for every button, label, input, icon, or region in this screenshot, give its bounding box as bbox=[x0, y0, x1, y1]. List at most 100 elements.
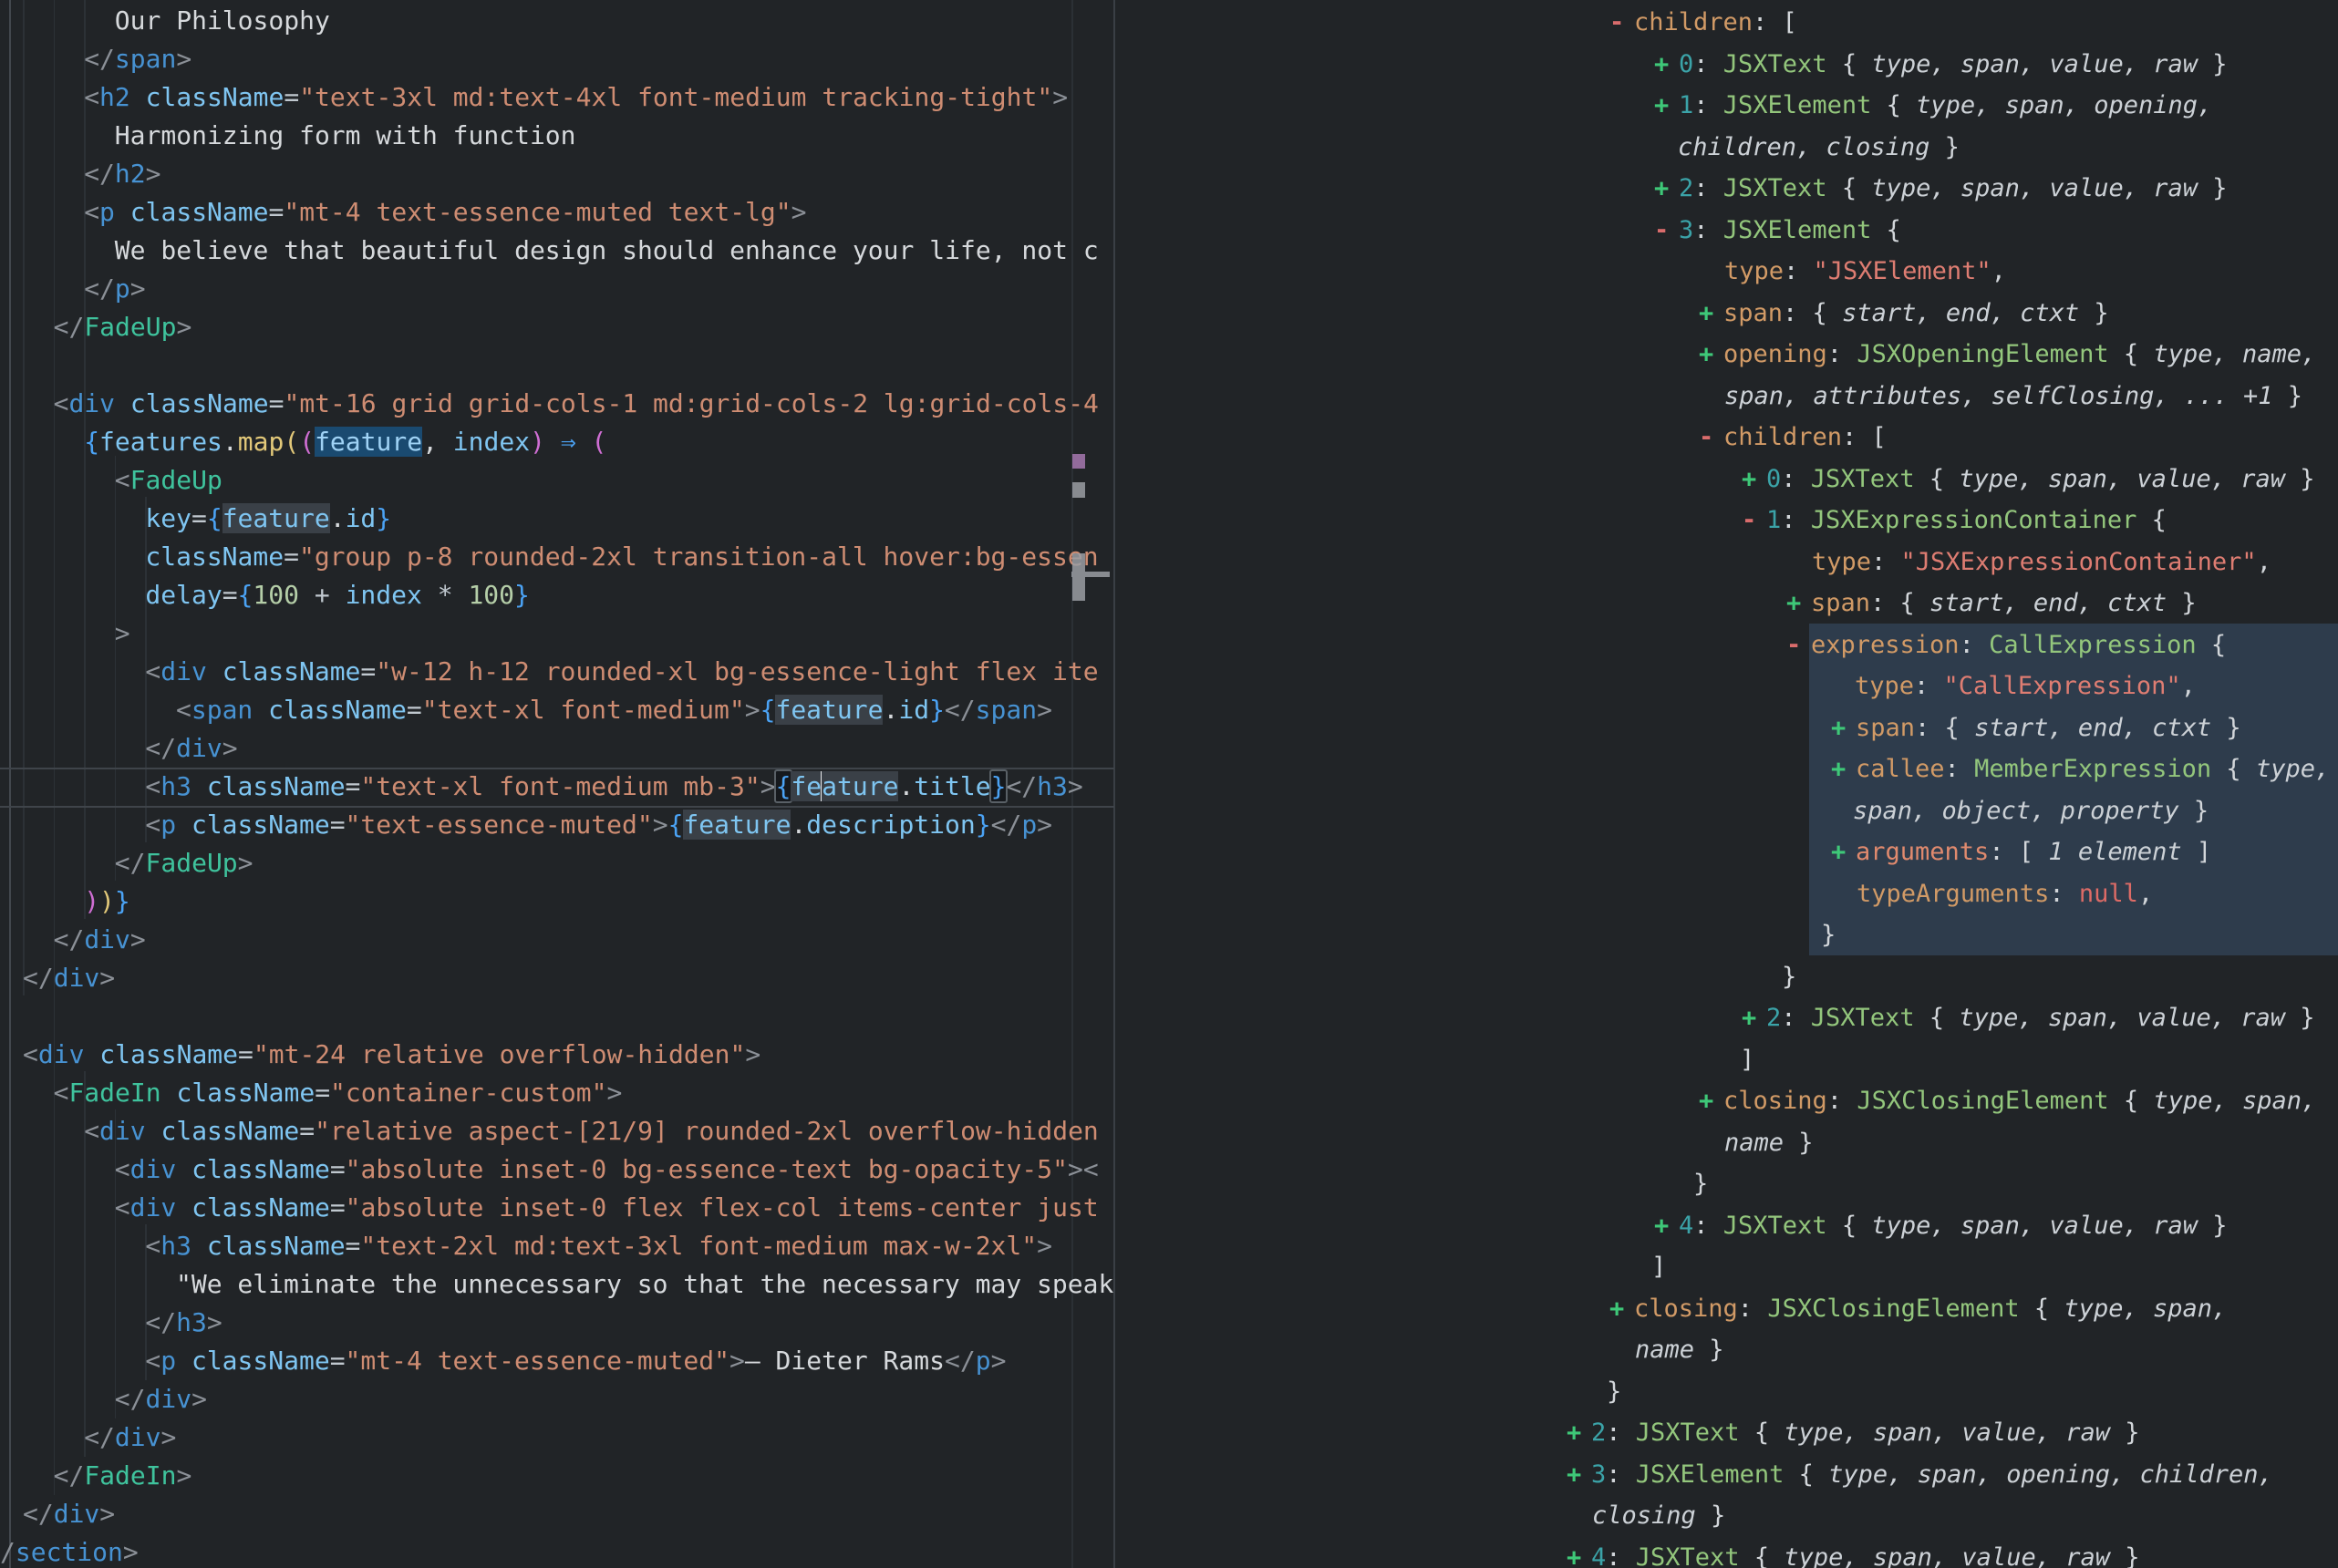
code-line[interactable]: <h2 className="text-3xl md:text-4xl font… bbox=[0, 78, 1114, 117]
token-p: < bbox=[176, 695, 191, 725]
collapse-icon[interactable]: - bbox=[1654, 210, 1679, 252]
code-line[interactable]: Our Philosophy bbox=[0, 2, 1114, 40]
collapse-icon[interactable]: - bbox=[1609, 2, 1634, 44]
expand-icon[interactable]: + bbox=[1654, 44, 1679, 86]
code-line[interactable]: <div className="w-12 h-12 rounded-xl bg-… bbox=[0, 653, 1114, 691]
expand-icon[interactable]: + bbox=[1567, 1412, 1591, 1454]
token-p: > bbox=[791, 197, 807, 227]
token-a: className bbox=[191, 810, 330, 840]
code-line[interactable]: delay={100 + index * 100} bbox=[0, 576, 1114, 614]
expand-icon[interactable]: + bbox=[1609, 1288, 1634, 1330]
code-line[interactable] bbox=[0, 997, 1114, 1036]
token-o: = bbox=[330, 810, 346, 840]
code-line[interactable]: className="group p-8 rounded-2xl transit… bbox=[0, 538, 1114, 576]
token-st: "JSXElement" bbox=[1814, 257, 1991, 285]
token-st: "JSXExpressionContainer" bbox=[1901, 548, 2257, 576]
code-line[interactable]: <div className="relative aspect-[21/9] r… bbox=[0, 1112, 1114, 1150]
code-line[interactable]: We believe that beautiful design should … bbox=[0, 232, 1114, 270]
expand-icon[interactable]: + bbox=[1786, 583, 1811, 624]
code-line[interactable]: </FadeUp> bbox=[0, 844, 1114, 882]
token-it: name bbox=[1635, 1336, 1694, 1364]
token-wh: feature bbox=[683, 810, 791, 840]
collapse-icon[interactable]: - bbox=[1786, 624, 1811, 666]
token-y: ( bbox=[284, 427, 299, 457]
expand-icon[interactable]: + bbox=[1699, 1080, 1723, 1122]
expand-icon[interactable]: + bbox=[1654, 1205, 1679, 1247]
code-line[interactable]: <div className="absolute inset-0 bg-esse… bbox=[0, 1150, 1114, 1189]
code-line[interactable]: <h3 className="text-2xl md:text-3xl font… bbox=[0, 1227, 1114, 1265]
code-line[interactable]: </FadeUp> bbox=[0, 308, 1114, 346]
expand-icon[interactable]: + bbox=[1654, 168, 1679, 210]
token-x bbox=[576, 427, 592, 457]
token-w: : bbox=[1693, 216, 1723, 244]
token-k: type bbox=[1812, 548, 1871, 576]
expand-icon[interactable]: + bbox=[1831, 707, 1856, 749]
token-s: "w-12 h-12 rounded-xl bg-essence-light f… bbox=[376, 656, 1098, 686]
token-nt: JSXClosingElement bbox=[1767, 1295, 2019, 1323]
code-line[interactable]: <p className="text-essence-muted">{featu… bbox=[0, 806, 1114, 844]
expand-icon[interactable]: + bbox=[1567, 1454, 1591, 1496]
code-line[interactable]: </p> bbox=[0, 270, 1114, 308]
code-line[interactable]: <div className="mt-24 relative overflow-… bbox=[0, 1036, 1114, 1074]
code-line[interactable]: ))} bbox=[0, 882, 1114, 921]
token-x: Our Philosophy bbox=[115, 5, 330, 36]
token-p: > bbox=[606, 1078, 622, 1108]
code-line[interactable]: </div> bbox=[0, 959, 1114, 997]
expand-icon[interactable]: + bbox=[1742, 997, 1766, 1039]
code-line[interactable]: </h2> bbox=[0, 155, 1114, 193]
token-nt: JSXExpressionContainer bbox=[1811, 506, 2137, 534]
token-v: id bbox=[346, 503, 377, 533]
code-line[interactable]: </span> bbox=[0, 40, 1114, 78]
code-line[interactable]: <FadeIn className="container-custom"> bbox=[0, 1074, 1114, 1112]
expand-icon[interactable]: + bbox=[1567, 1537, 1591, 1568]
token-t: h3 bbox=[160, 771, 191, 801]
token-w: } bbox=[1693, 1170, 1708, 1198]
code-line[interactable]: <FadeUp bbox=[0, 461, 1114, 500]
expand-icon[interactable]: + bbox=[1831, 831, 1856, 873]
token-p: > bbox=[653, 810, 668, 840]
token-w: : [ bbox=[1753, 8, 1797, 36]
code-line[interactable]: </div> bbox=[0, 921, 1114, 959]
token-t: p bbox=[160, 810, 176, 840]
expand-icon[interactable]: + bbox=[1742, 459, 1766, 500]
code-line[interactable]: <p className="mt-4 text-essence-muted">—… bbox=[0, 1342, 1114, 1380]
token-p: </ bbox=[945, 695, 976, 725]
token-k: span bbox=[1856, 714, 1915, 742]
collapse-icon[interactable]: - bbox=[1699, 417, 1723, 459]
token-p: < bbox=[145, 771, 160, 801]
code-line[interactable]: <div className="absolute inset-0 flex fl… bbox=[0, 1189, 1114, 1227]
code-line[interactable]: "We eliminate the unnecessary so that th… bbox=[0, 1265, 1114, 1304]
code-line[interactable]: <div className="mt-16 grid grid-cols-1 m… bbox=[0, 385, 1114, 423]
editor-overview-ruler[interactable] bbox=[1071, 0, 1114, 1568]
collapse-icon[interactable]: - bbox=[1742, 500, 1766, 542]
code-line[interactable]: </h3> bbox=[0, 1304, 1114, 1342]
code-line[interactable]: > bbox=[0, 614, 1114, 653]
code-line[interactable] bbox=[0, 346, 1114, 385]
code-line[interactable]: Harmonizing form with function bbox=[0, 117, 1114, 155]
code-line[interactable]: <h3 className="text-xl font-medium mb-3"… bbox=[0, 768, 1114, 806]
expand-icon[interactable]: + bbox=[1699, 293, 1723, 335]
code-line[interactable]: <p className="mt-4 text-essence-muted te… bbox=[0, 193, 1114, 232]
code-line[interactable]: </div> bbox=[0, 729, 1114, 768]
expand-icon[interactable]: + bbox=[1699, 334, 1723, 376]
token-wh: feature bbox=[775, 695, 883, 725]
code-line[interactable]: </FadeIn> bbox=[0, 1457, 1114, 1495]
token-b: { bbox=[668, 810, 684, 840]
token-st: "CallExpression" bbox=[1944, 672, 2181, 700]
code-line[interactable]: <span className="text-xl font-medium">{f… bbox=[0, 691, 1114, 729]
code-line[interactable]: /section> bbox=[0, 1533, 1114, 1568]
code-line[interactable]: </div> bbox=[0, 1495, 1114, 1533]
token-t: p bbox=[976, 1346, 991, 1376]
code-editor-pane[interactable]: Our Philosophy </span><h2 className="text… bbox=[0, 0, 1114, 1568]
code-line[interactable]: </div> bbox=[0, 1380, 1114, 1418]
code-line[interactable]: {features.map((feature, index) ⇒ ( bbox=[0, 423, 1114, 461]
code-line[interactable]: key={feature.id} bbox=[0, 500, 1114, 538]
token-p: < bbox=[84, 1116, 99, 1146]
expand-icon[interactable]: + bbox=[1654, 85, 1679, 127]
token-o: = bbox=[268, 197, 284, 227]
code-line[interactable]: </div> bbox=[0, 1418, 1114, 1457]
expand-icon[interactable]: + bbox=[1831, 748, 1856, 790]
token-p: > bbox=[745, 1039, 760, 1069]
token-w: } bbox=[2272, 382, 2302, 410]
token-w: : bbox=[1781, 465, 1811, 493]
